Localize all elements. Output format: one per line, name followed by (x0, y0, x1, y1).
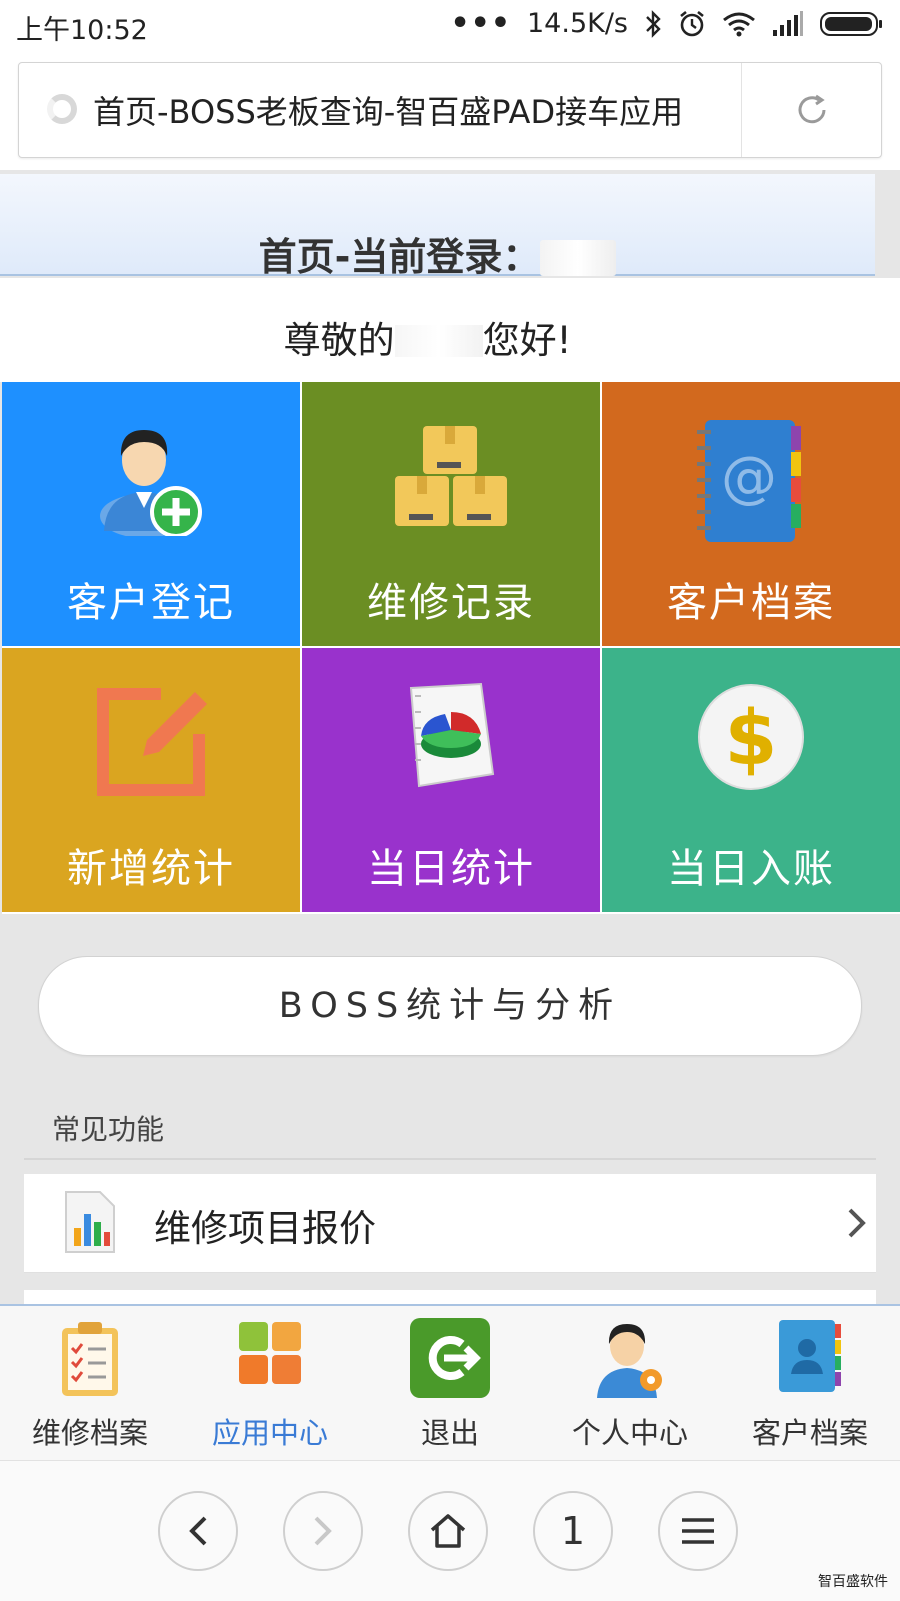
back-button[interactable] (158, 1491, 238, 1571)
tab-label: 个人中心 (571, 1416, 688, 1450)
greeting-prefix: 尊敬的 (283, 319, 395, 362)
heading-prefix: 首页-当前登录： (258, 235, 541, 279)
address-book-icon: @ (697, 420, 801, 542)
pie-chart-icon (409, 682, 495, 788)
tab-count: 1 (560, 1509, 586, 1553)
status-bar: 上午10:52 ••• 14.5K/s (0, 0, 900, 52)
function-tiles: 客户登记 维修记录 @ 客户档案 新增统计 当日统计 $ 当日入账 (2, 382, 900, 914)
tabs-button[interactable]: 1 (533, 1491, 613, 1571)
tab-repair-files[interactable]: 维修档案 (0, 1306, 180, 1462)
bar-chart-document-icon (65, 1191, 115, 1253)
tile-customer-files[interactable]: @ 客户档案 (602, 382, 900, 646)
edit-icon (97, 688, 207, 796)
browser-nav-bar: 1 智百盛软件 (0, 1460, 900, 1601)
svg-text:@: @ (721, 445, 777, 510)
status-time: 上午10:52 (16, 15, 148, 46)
loading-icon (47, 94, 77, 124)
address-divider (741, 63, 742, 157)
menu-icon (682, 1518, 714, 1544)
tile-label: 当日统计 (367, 846, 535, 892)
page-heading: 首页-当前登录： (259, 200, 617, 281)
chevron-left-icon (189, 1516, 207, 1546)
tab-customer-files[interactable]: 客户档案 (720, 1306, 900, 1462)
tile-new-statistics[interactable]: 新增统计 (2, 648, 300, 912)
greeting-area: 尊敬的 您好! (0, 278, 900, 382)
boxes-icon (395, 426, 507, 526)
tile-label: 客户档案 (667, 580, 835, 626)
tab-app-center[interactable]: 应用中心 (180, 1306, 360, 1462)
app-grid-icon (239, 1322, 301, 1384)
reload-icon[interactable] (795, 93, 829, 127)
alarm-icon (680, 10, 704, 36)
greeting-text: 尊敬的 您好! (0, 310, 855, 364)
home-button[interactable] (408, 1491, 488, 1571)
watermark: 智百盛软件 (818, 1574, 888, 1590)
tab-label: 应用中心 (211, 1416, 328, 1450)
clipboard-checklist-icon (62, 1322, 118, 1396)
menu-button[interactable] (658, 1491, 738, 1571)
forward-button[interactable] (283, 1491, 363, 1571)
battery-icon (820, 11, 882, 36)
tab-personal-center[interactable]: 个人中心 (540, 1306, 720, 1462)
wifi-icon (723, 12, 755, 36)
dollar-coin-icon: $ (698, 684, 804, 790)
bottom-tab-bar: 维修档案 应用中心 退出 个人中心 客户档案 (0, 1304, 900, 1462)
tab-label: 退出 (420, 1416, 479, 1450)
tab-label: 维修档案 (31, 1416, 148, 1450)
section-title-common: 常见功能 (52, 1113, 165, 1146)
address-bar[interactable]: 首页-BOSS老板查询-智百盛PAD接车应用 (18, 62, 882, 158)
user-profile-icon (597, 1324, 662, 1398)
contacts-book-icon (779, 1320, 841, 1392)
tile-label: 当日入账 (667, 846, 835, 892)
home-icon (430, 1514, 466, 1548)
tile-customer-register[interactable]: 客户登记 (2, 382, 300, 646)
list-item-repair-quote[interactable]: 维修项目报价 (24, 1174, 876, 1273)
tile-repair-records[interactable]: 维修记录 (302, 382, 600, 646)
redacted-username (540, 240, 617, 276)
signal-icon (773, 10, 803, 36)
tab-label: 客户档案 (751, 1416, 868, 1450)
status-icons: ••• 14.5K/s (450, 5, 882, 41)
greeting-suffix: 您好! (482, 319, 572, 362)
tile-label: 客户登记 (67, 580, 235, 626)
tab-logout[interactable]: 退出 (360, 1306, 540, 1462)
tile-label: 维修记录 (367, 580, 535, 626)
browser-toolbar: 首页-BOSS老板查询-智百盛PAD接车应用 (0, 52, 900, 170)
chevron-right-icon (848, 1208, 866, 1238)
tile-daily-statistics[interactable]: 当日统计 (302, 648, 600, 912)
page-header: 首页-当前登录： (0, 174, 875, 279)
page-title-text[interactable]: 首页-BOSS老板查询-智百盛PAD接车应用 (93, 87, 733, 133)
list-item-label: 维修项目报价 (154, 1207, 376, 1250)
boss-statistics-button[interactable]: BOSS统计与分析 (38, 956, 862, 1056)
bluetooth-icon (646, 9, 661, 38)
redacted-name (394, 325, 483, 357)
network-speed: 14.5K/s (527, 8, 628, 39)
list-item-partial[interactable] (24, 1290, 876, 1304)
add-user-icon (100, 430, 202, 536)
svg-text:$: $ (725, 693, 778, 782)
section-divider (24, 1158, 876, 1160)
more-dots-icon: ••• (450, 5, 511, 41)
chevron-right-icon (314, 1516, 332, 1546)
logout-icon (410, 1318, 490, 1398)
tile-label: 新增统计 (67, 846, 235, 892)
tile-daily-income[interactable]: $ 当日入账 (602, 648, 900, 912)
